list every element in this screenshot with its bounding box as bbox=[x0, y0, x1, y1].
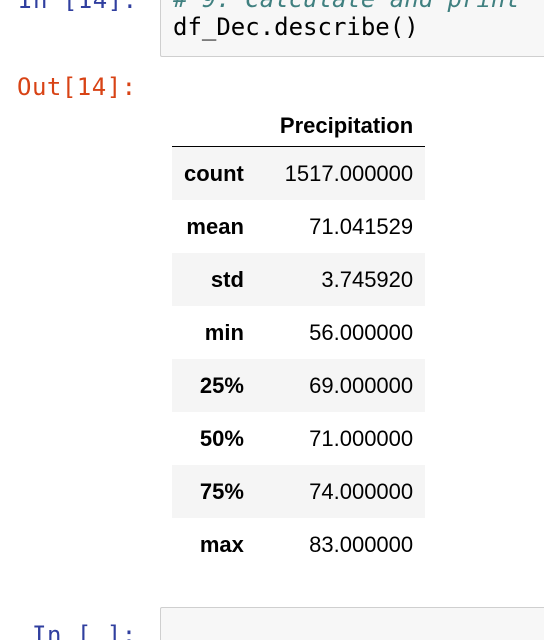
code-input-cell-empty[interactable] bbox=[160, 607, 544, 640]
code-input-cell-14[interactable]: # 9. Calculate and print df_Dec.describe… bbox=[160, 0, 544, 57]
table-header-row: Precipitation bbox=[172, 94, 426, 147]
output-prompt-14: Out[14]: bbox=[17, 73, 137, 101]
table-row: count 1517.000000 bbox=[172, 146, 426, 200]
row-value: 74.000000 bbox=[309, 478, 414, 504]
row-label: 25% bbox=[199, 372, 244, 398]
row-value: 56.000000 bbox=[309, 319, 414, 345]
row-label: std bbox=[210, 266, 244, 292]
table-row: 25% 69.000000 bbox=[172, 359, 426, 412]
input-prompt-14: In [14]: bbox=[18, 0, 138, 14]
notebook-page: In [14]: # 9. Calculate and print df_Dec… bbox=[0, 0, 544, 640]
table-row: min 56.000000 bbox=[172, 306, 426, 359]
row-label: 50% bbox=[199, 425, 244, 451]
row-value: 1517.000000 bbox=[284, 160, 414, 186]
describe-output-table: Precipitation count 1517.000000 mean 71.… bbox=[172, 94, 426, 571]
code-line: df_Dec.describe() bbox=[173, 13, 419, 41]
row-value: 71.000000 bbox=[309, 425, 414, 451]
row-value: 71.041529 bbox=[309, 213, 414, 239]
row-value: 3.745920 bbox=[321, 266, 414, 292]
row-value: 69.000000 bbox=[309, 372, 414, 398]
column-header-precipitation: Precipitation bbox=[255, 94, 426, 147]
row-label: max bbox=[199, 531, 244, 557]
row-label: count bbox=[184, 160, 244, 186]
row-label: min bbox=[204, 319, 244, 345]
index-header-corner bbox=[172, 94, 256, 147]
row-label: mean bbox=[186, 213, 244, 239]
table-row: 50% 71.000000 bbox=[172, 412, 426, 465]
table-row: max 83.000000 bbox=[172, 518, 426, 571]
row-value: 83.000000 bbox=[309, 531, 414, 557]
input-prompt-empty: In [ ]: bbox=[32, 621, 137, 640]
table-row: mean 71.041529 bbox=[172, 200, 426, 253]
row-label: 75% bbox=[199, 478, 244, 504]
table-row: std 3.745920 bbox=[172, 253, 426, 306]
code-comment: # 9. Calculate and print bbox=[173, 0, 520, 13]
table-row: 75% 74.000000 bbox=[172, 465, 426, 518]
